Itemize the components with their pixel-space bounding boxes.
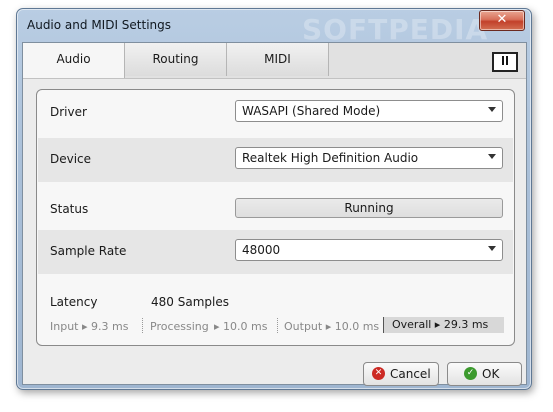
device-row: Device Realtek High Definition Audio: [38, 138, 513, 182]
cancel-button[interactable]: ✕ Cancel: [363, 362, 439, 386]
title-bar[interactable]: Audio and MIDI Settings SOFTPEDIA ✕: [17, 9, 531, 46]
driver-value: WASAPI (Shared Mode): [242, 104, 381, 118]
ok-label: OK: [482, 367, 500, 381]
separator: [142, 318, 144, 333]
ok-button[interactable]: ✓ OK: [447, 362, 522, 386]
driver-row: Driver WASAPI (Shared Mode): [38, 91, 513, 135]
input-latency: Input ▸ 9.3 ms: [50, 320, 129, 333]
tab-audio[interactable]: Audio: [23, 43, 125, 78]
driver-select[interactable]: WASAPI (Shared Mode): [235, 100, 503, 122]
device-select[interactable]: Realtek High Definition Audio: [235, 147, 503, 169]
output-latency: Output ▸ 10.0 ms: [284, 320, 380, 333]
processing-latency-value: ▸ 10.0 ms: [214, 320, 268, 333]
close-icon: ✕: [496, 12, 508, 27]
cancel-icon: ✕: [372, 367, 385, 380]
chevron-down-icon: [488, 154, 496, 159]
status-row: Status Running: [38, 185, 513, 229]
chevron-down-icon: [488, 107, 496, 112]
audio-settings-panel: Driver WASAPI (Shared Mode) Device Realt…: [36, 89, 515, 346]
sample-rate-value: 48000: [242, 243, 281, 257]
window-title: Audio and MIDI Settings: [27, 18, 172, 32]
status-label: Status: [50, 202, 89, 216]
tab-routing[interactable]: Routing: [125, 43, 227, 76]
tab-midi[interactable]: MIDI: [227, 43, 329, 76]
dialog-content: Audio Routing MIDI Driver WASAPI (Shared…: [22, 42, 527, 386]
check-icon: ✓: [464, 367, 477, 380]
latency-label: Latency: [50, 295, 98, 309]
cancel-label: Cancel: [390, 367, 431, 381]
overall-latency: Overall ▸ 29.3 ms: [383, 317, 504, 333]
sample-rate-select[interactable]: 48000: [235, 239, 503, 261]
status-indicator: Running: [235, 198, 503, 218]
separator: [277, 318, 279, 333]
sample-rate-label: Sample Rate: [50, 244, 127, 258]
chevron-down-icon: [488, 246, 496, 251]
latency-breakdown: Input ▸ 9.3 ms Processing ▸ 10.0 ms Outp…: [38, 316, 513, 336]
processing-latency-label: Processing: [150, 320, 209, 333]
audio-midi-settings-window: Audio and MIDI Settings SOFTPEDIA ✕ Audi…: [16, 8, 532, 390]
sample-rate-row: Sample Rate 48000: [38, 230, 513, 274]
latency-value: 480 Samples: [151, 295, 229, 309]
ni-logo-icon: [492, 52, 518, 72]
close-button[interactable]: ✕: [479, 10, 525, 31]
driver-label: Driver: [50, 105, 87, 119]
device-label: Device: [50, 152, 92, 166]
tab-bar: Audio Routing MIDI: [23, 43, 526, 79]
device-value: Realtek High Definition Audio: [242, 151, 419, 165]
